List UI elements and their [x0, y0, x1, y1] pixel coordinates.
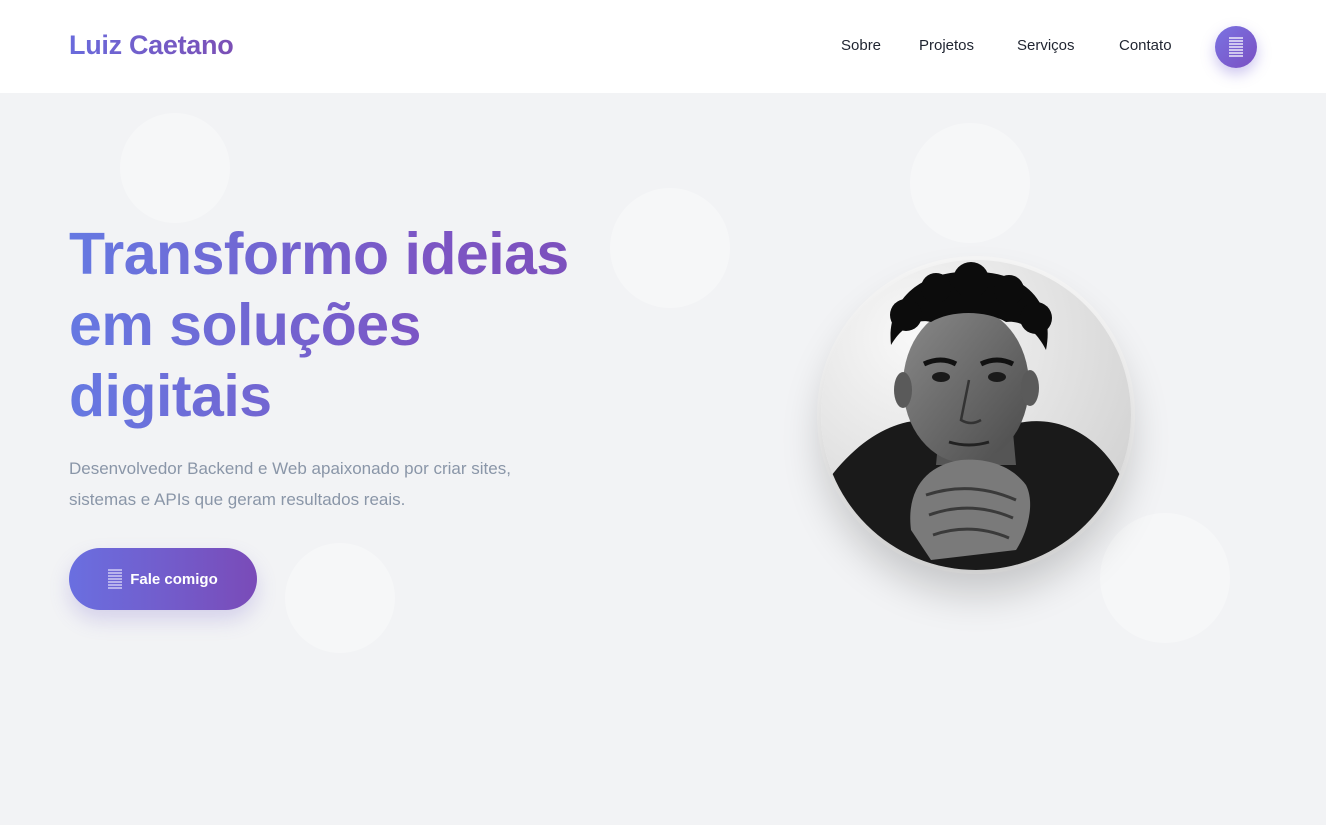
nav-link-sobre[interactable]: Sobre: [841, 37, 881, 54]
hero-description-line: Desenvolvedor Backend e Web apaixonado p…: [69, 459, 511, 478]
nav-link-servicos[interactable]: Serviços: [1017, 37, 1075, 54]
hero-description: Desenvolvedor Backend e Web apaixonado p…: [69, 453, 649, 515]
profile-photo: [821, 260, 1131, 570]
site-header: Luiz Caetano Sobre Projetos Serviços Con…: [0, 0, 1326, 93]
decorative-blob: [120, 113, 230, 223]
menu-lines-icon: [1229, 37, 1243, 57]
lines-icon: [108, 569, 123, 589]
hero-title-line: digitais: [69, 363, 272, 429]
nav-link-contato[interactable]: Contato: [1119, 37, 1172, 54]
hero-title-line: Transformo ideias: [69, 221, 569, 287]
contact-button-label: Fale comigo: [130, 570, 218, 588]
portrait-illustration: [821, 260, 1131, 570]
hero-title-line: em soluções: [69, 292, 421, 358]
brand-logo[interactable]: Luiz Caetano: [69, 30, 234, 61]
menu-button[interactable]: [1215, 26, 1257, 68]
contact-button[interactable]: Fale comigo: [69, 548, 257, 610]
nav-link-projetos[interactable]: Projetos: [919, 37, 974, 54]
decorative-blob: [1100, 513, 1230, 643]
page: Luiz Caetano Sobre Projetos Serviços Con…: [0, 0, 1326, 825]
hero-title: Transformo ideias em soluções digitais: [69, 219, 669, 432]
hero-description-line: sistemas e APIs que geram resultados rea…: [69, 490, 406, 509]
hero-section: Transformo ideias em soluções digitais D…: [0, 93, 1326, 825]
decorative-blob: [285, 543, 395, 653]
decorative-blob: [910, 123, 1030, 243]
